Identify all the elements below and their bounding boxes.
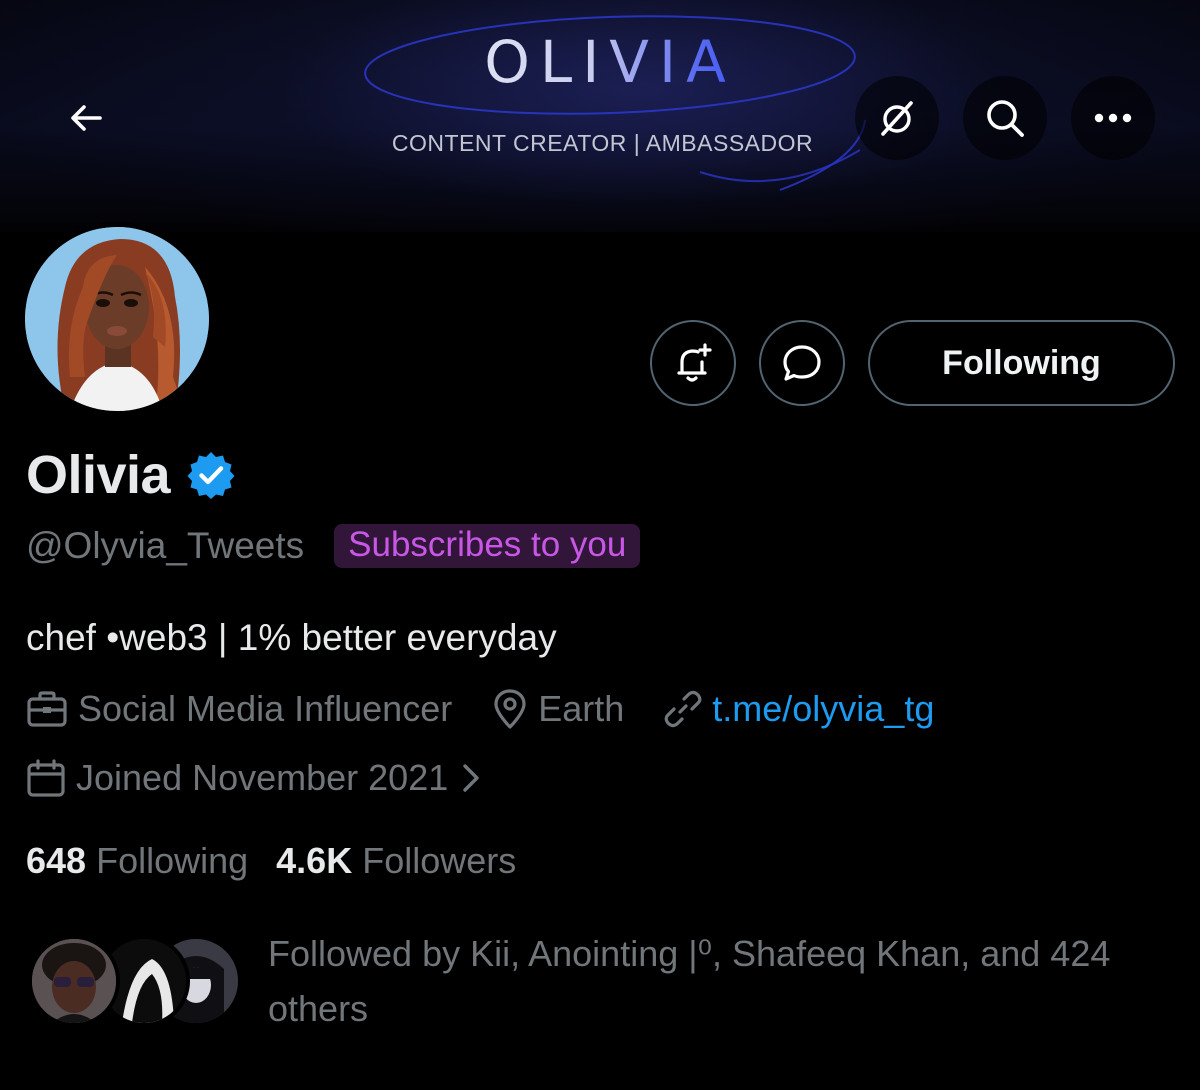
location-text: Earth — [538, 688, 625, 729]
briefcase-icon — [27, 691, 67, 727]
arrow-left-icon — [71, 105, 102, 131]
followers-label: Followers — [362, 840, 517, 881]
back-button[interactable] — [44, 76, 128, 160]
category-text: Social Media Influencer — [78, 688, 453, 729]
calendar-icon — [27, 759, 65, 797]
follower-avatar — [28, 935, 120, 1027]
banner-subtitle: CONTENT CREATOR | AMBASSADOR — [391, 130, 814, 156]
message-button[interactable] — [759, 320, 845, 406]
grok-button[interactable] — [855, 76, 939, 160]
avatar-image — [25, 227, 209, 411]
grok-icon — [881, 101, 913, 136]
notify-button[interactable] — [650, 320, 736, 406]
search-icon — [987, 100, 1024, 137]
more-horizontal-icon — [1094, 113, 1132, 123]
following-button[interactable]: Following — [868, 320, 1175, 406]
following-count: 648 — [26, 840, 87, 881]
message-bubble-icon — [783, 345, 821, 381]
profile-link[interactable]: t.me/olyvia_tg — [664, 688, 934, 730]
link-icon — [664, 690, 702, 728]
profile-category: Social Media Influencer — [26, 688, 452, 730]
joined-text: Joined November 2021 — [76, 757, 449, 798]
follower-avatar-image — [32, 939, 116, 1023]
profile-meta-row: Social Media Influencer Earth t.me/olyvi… — [26, 688, 974, 730]
verified-badge-icon[interactable] — [186, 450, 236, 500]
following-label: Following — [96, 840, 249, 881]
profile-avatar[interactable] — [20, 222, 214, 416]
profile-location: Earth — [492, 688, 624, 730]
more-button[interactable] — [1071, 76, 1155, 160]
chevron-right-icon — [463, 764, 479, 792]
follow-stats: 648 Following 4.6K Followers — [26, 840, 544, 882]
following-stat[interactable]: 648 Following — [26, 840, 248, 882]
banner-title: OLIVIA — [440, 28, 780, 96]
handle-row: @Olyvia_Tweets Subscribes to you — [26, 524, 641, 568]
location-pin-icon — [494, 689, 526, 729]
followers-count: 4.6K — [276, 840, 353, 881]
search-button[interactable] — [963, 76, 1047, 160]
profile-link-text[interactable]: t.me/olyvia_tg — [712, 688, 934, 730]
profile-handle: @Olyvia_Tweets — [26, 525, 305, 566]
subscribes-to-you-badge: Subscribes to you — [334, 524, 641, 568]
avatar-illustration — [25, 227, 209, 411]
bell-plus-icon — [677, 343, 712, 382]
followed-by-text[interactable]: Followed by Kii, Anointing |⁰, Shafeeq K… — [268, 926, 1148, 1036]
profile-bio: chef •web3 | 1% better everyday — [26, 617, 557, 658]
joined-date[interactable]: Joined November 2021 — [26, 757, 480, 799]
name-row: Olivia — [26, 444, 236, 506]
followed-by-avatars[interactable] — [28, 935, 243, 1027]
followers-stat[interactable]: 4.6K Followers — [276, 840, 516, 882]
display-name: Olivia — [26, 445, 171, 505]
